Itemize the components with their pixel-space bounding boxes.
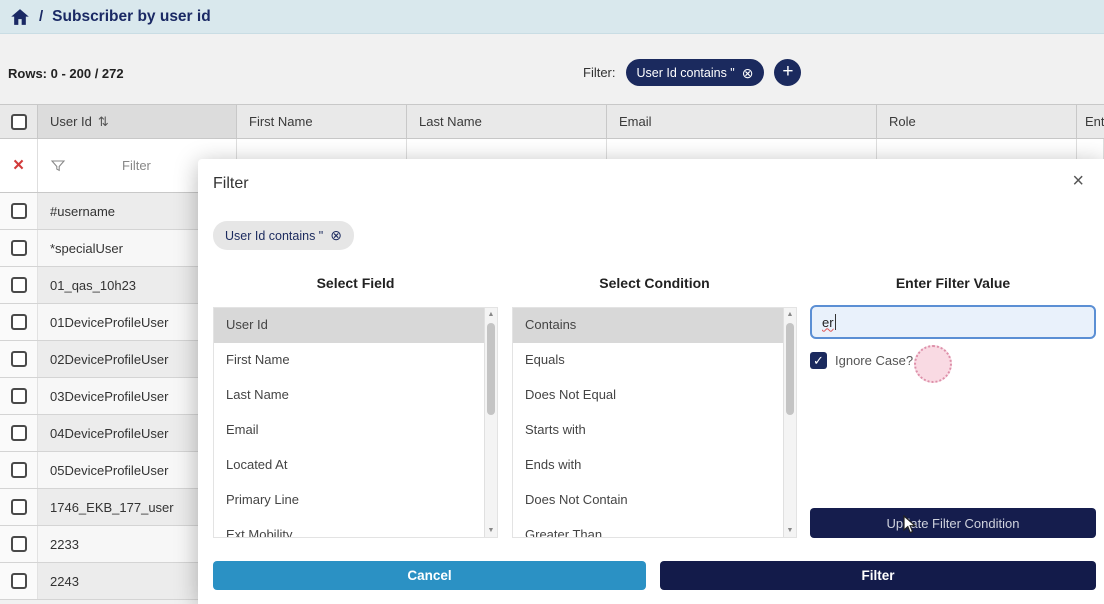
scrollbar-thumb[interactable] (786, 323, 794, 415)
row-checkbox-cell (0, 230, 38, 266)
condition-option-greaterthan[interactable]: Greater Than (513, 518, 783, 538)
breadcrumb-separator: / (39, 8, 43, 25)
row-checkbox-cell (0, 563, 38, 599)
column-header-email[interactable]: Email (607, 105, 877, 138)
dialog-filter-chip-label: User Id contains " (225, 229, 323, 243)
dialog-title: Filter (213, 175, 249, 193)
condition-list-scrollbar[interactable]: ▲ ▼ (783, 308, 796, 537)
dialog-filter-chip[interactable]: User Id contains " ⊗ (213, 221, 354, 250)
scrollbar-thumb[interactable] (487, 323, 495, 415)
select-all-cell (0, 105, 38, 138)
condition-option-startswith[interactable]: Starts with (513, 413, 783, 448)
field-option-lastname[interactable]: Last Name (214, 378, 484, 413)
add-filter-button[interactable]: + (774, 59, 801, 86)
scroll-down-icon[interactable]: ▼ (784, 524, 796, 537)
filter-value-input[interactable]: er (810, 305, 1096, 339)
home-icon[interactable] (10, 7, 30, 27)
active-filters: Filter: User Id contains " ⊗ + (583, 59, 801, 86)
row-checkbox[interactable] (11, 462, 27, 478)
clear-filters-cell: × (0, 139, 38, 192)
scroll-down-icon[interactable]: ▼ (485, 524, 497, 537)
column-header-role[interactable]: Role (877, 105, 1077, 138)
ignore-case-control[interactable]: ✓ Ignore Case? (810, 352, 913, 369)
sort-icon[interactable]: ⇅ (98, 114, 109, 130)
page-title: Subscriber by user id (52, 8, 211, 26)
column-header-firstname[interactable]: First Name (237, 105, 407, 138)
close-icon[interactable]: × (1072, 171, 1084, 191)
scroll-up-icon[interactable]: ▲ (485, 308, 497, 321)
rows-value: 0 - 200 / 272 (51, 66, 124, 81)
rows-count: Rows: 0 - 200 / 272 (8, 66, 124, 81)
condition-option-doesnotequal[interactable]: Does Not Equal (513, 378, 783, 413)
row-checkbox-cell (0, 415, 38, 451)
filter-button[interactable]: Filter (660, 561, 1096, 590)
text-caret (835, 314, 836, 330)
row-checkbox-cell (0, 489, 38, 525)
condition-list: Contains Equals Does Not Equal Starts wi… (512, 307, 797, 538)
field-option-firstname[interactable]: First Name (214, 343, 484, 378)
column-header-userid[interactable]: User Id ⇅ (38, 105, 237, 138)
column-label: User Id (50, 114, 92, 129)
filter-value-text: er (822, 315, 834, 330)
clear-filters-icon[interactable]: × (13, 156, 24, 175)
row-checkbox-cell (0, 193, 38, 229)
row-checkbox-cell (0, 452, 38, 488)
filter-label: Filter: (583, 65, 616, 80)
row-checkbox[interactable] (11, 240, 27, 256)
condition-option-contains[interactable]: Contains (513, 308, 783, 343)
field-list: User Id First Name Last Name Email Locat… (213, 307, 498, 538)
rows-label: Rows: (8, 66, 47, 81)
row-checkbox[interactable] (11, 388, 27, 404)
top-header: / Subscriber by user id (0, 0, 1104, 34)
select-field-heading: Select Field (213, 275, 498, 291)
select-condition-heading: Select Condition (512, 275, 797, 291)
remove-filter-icon[interactable]: ⊗ (742, 66, 754, 80)
row-checkbox-cell (0, 378, 38, 414)
row-checkbox[interactable] (11, 425, 27, 441)
condition-option-doesnotcontain[interactable]: Does Not Contain (513, 483, 783, 518)
filter-chip[interactable]: User Id contains " ⊗ (626, 59, 765, 86)
column-header-lastname[interactable]: Last Name (407, 105, 607, 138)
condition-option-endswith[interactable]: Ends with (513, 448, 783, 483)
row-checkbox[interactable] (11, 351, 27, 367)
select-all-checkbox[interactable] (11, 114, 27, 130)
row-checkbox[interactable] (11, 314, 27, 330)
row-checkbox[interactable] (11, 277, 27, 293)
funnel-icon[interactable] (50, 158, 66, 174)
ignore-case-checkbox[interactable]: ✓ (810, 352, 827, 369)
row-checkbox[interactable] (11, 499, 27, 515)
field-option-email[interactable]: Email (214, 413, 484, 448)
filter-chip-label: User Id contains " (637, 66, 735, 80)
condition-option-equals[interactable]: Equals (513, 343, 783, 378)
column-header-ent[interactable]: Ent (1077, 105, 1104, 138)
field-option-primaryline[interactable]: Primary Line (214, 483, 484, 518)
row-checkbox[interactable] (11, 573, 27, 589)
table-header-row: User Id ⇅ First Name Last Name Email Rol… (0, 104, 1104, 139)
field-option-extmobility[interactable]: Ext Mobility (214, 518, 484, 538)
field-list-scrollbar[interactable]: ▲ ▼ (484, 308, 497, 537)
scroll-up-icon[interactable]: ▲ (784, 308, 796, 321)
mouse-cursor-icon (902, 515, 918, 535)
filter-input-placeholder[interactable]: Filter (122, 158, 151, 173)
field-option-userid[interactable]: User Id (214, 308, 484, 343)
row-checkbox-cell (0, 267, 38, 303)
row-checkbox-cell (0, 304, 38, 340)
row-checkbox-cell (0, 526, 38, 562)
click-highlight (914, 345, 952, 383)
row-checkbox[interactable] (11, 536, 27, 552)
remove-filter-icon[interactable]: ⊗ (330, 227, 342, 244)
row-checkbox[interactable] (11, 203, 27, 219)
filter-value-heading: Enter Filter Value (810, 275, 1096, 291)
ignore-case-label: Ignore Case? (835, 353, 913, 368)
update-filter-condition-button[interactable]: Update Filter Condition (810, 508, 1096, 538)
row-checkbox-cell (0, 341, 38, 377)
cancel-button[interactable]: Cancel (213, 561, 646, 590)
field-option-locatedat[interactable]: Located At (214, 448, 484, 483)
filter-dialog: Filter × User Id contains " ⊗ Select Fie… (198, 159, 1104, 604)
